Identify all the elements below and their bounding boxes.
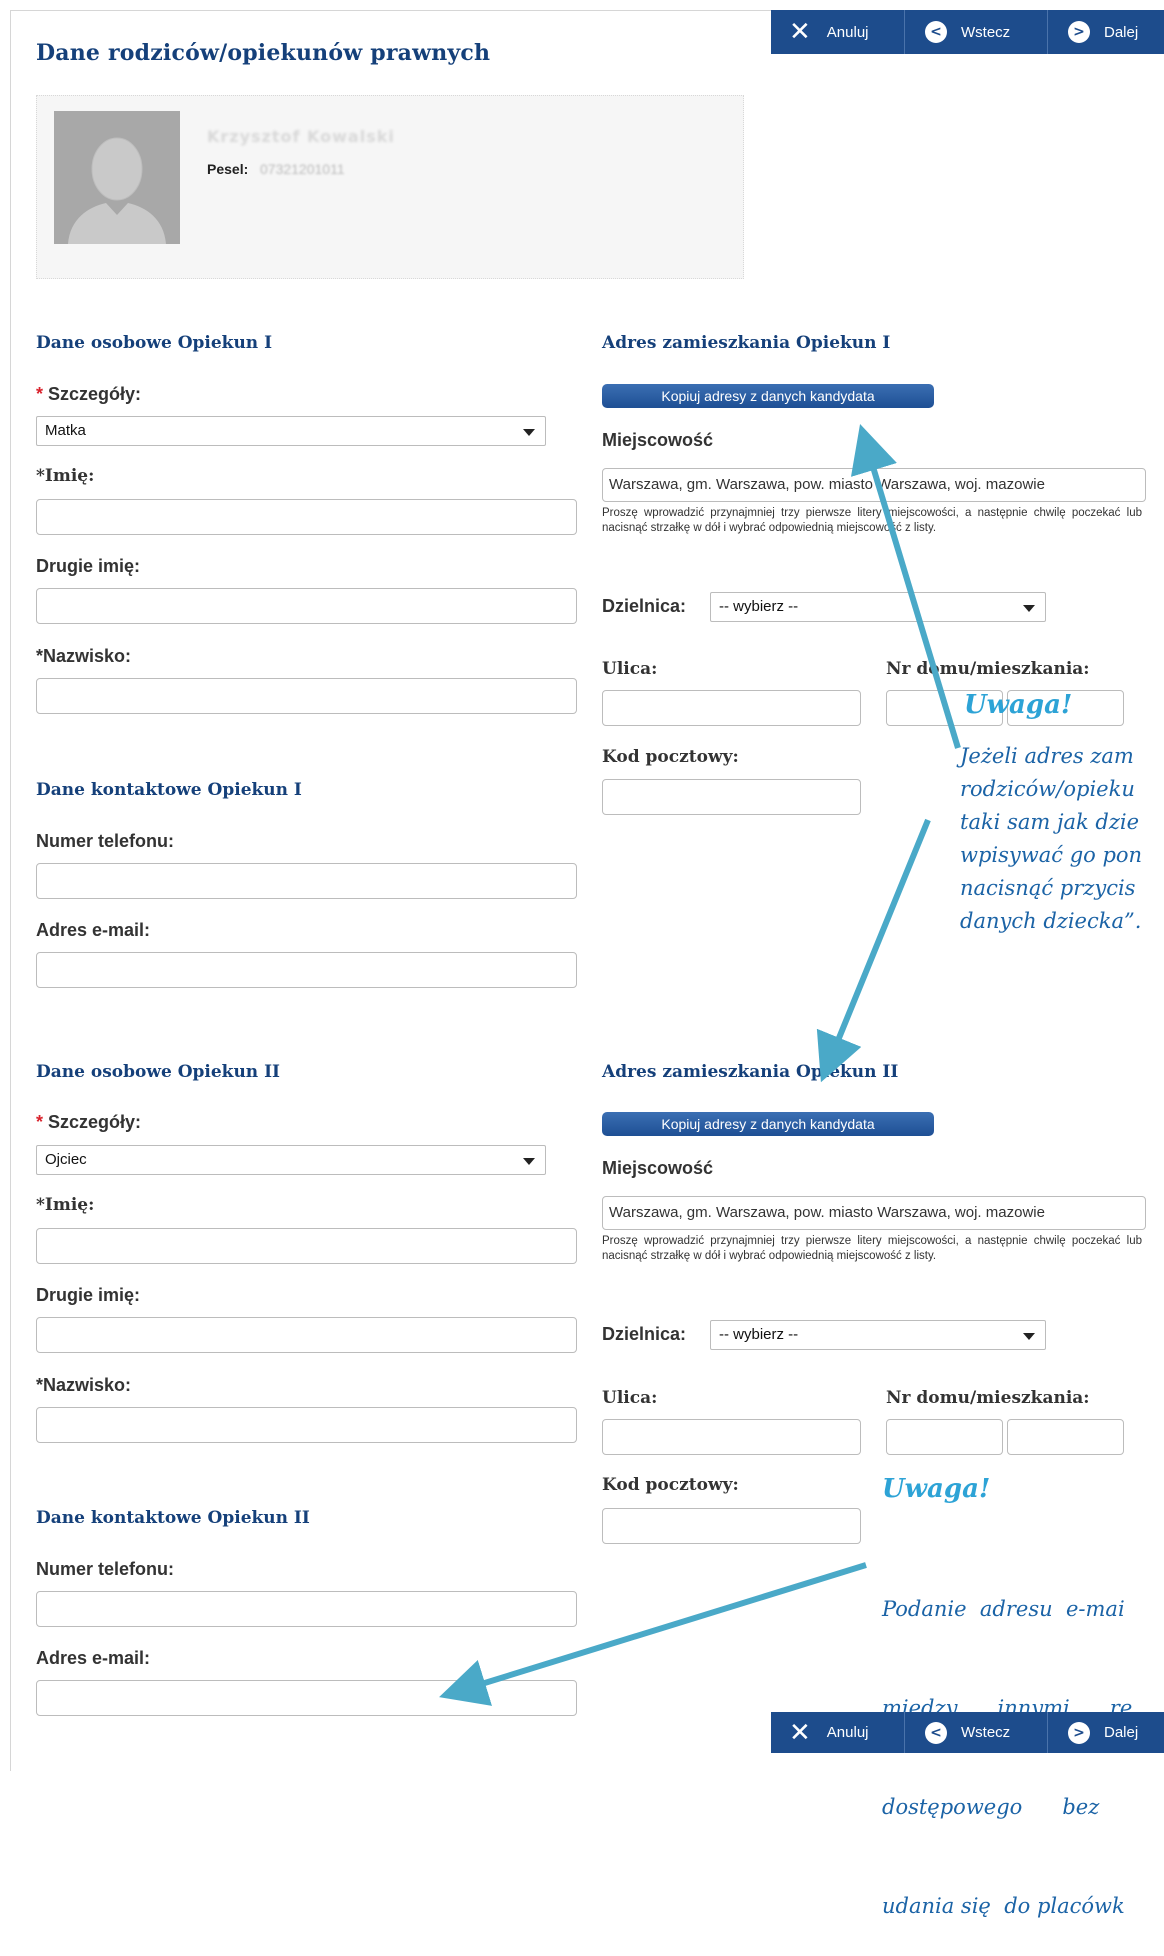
back-button-bottom[interactable]: < Wstecz (905, 1712, 1048, 1753)
next-circle-icon: > (1068, 1721, 1090, 1744)
annotation-arrows (439, 424, 961, 1706)
close-icon: ✕ (789, 1717, 811, 1748)
back-label: Wstecz (961, 1724, 1011, 1741)
next-label: Dalej (1104, 1724, 1139, 1741)
arrow-to-copy-button (850, 424, 961, 749)
cancel-button-bottom[interactable]: ✕ Anuluj (771, 1712, 905, 1753)
arrow-to-g2-email (439, 1562, 867, 1706)
bottom-toolbar: ✕ Anuluj < Wstecz > Dalej (771, 1712, 1164, 1753)
arrow-to-g2-address (816, 818, 931, 1083)
note2-line: dostępowego bez (882, 1795, 1140, 1819)
note2-line: udania się do placówk (882, 1894, 1125, 1918)
back-circle-icon: < (925, 1721, 947, 1744)
next-button-bottom[interactable]: > Dalej (1048, 1712, 1164, 1753)
cancel-label: Anuluj (826, 1724, 869, 1741)
